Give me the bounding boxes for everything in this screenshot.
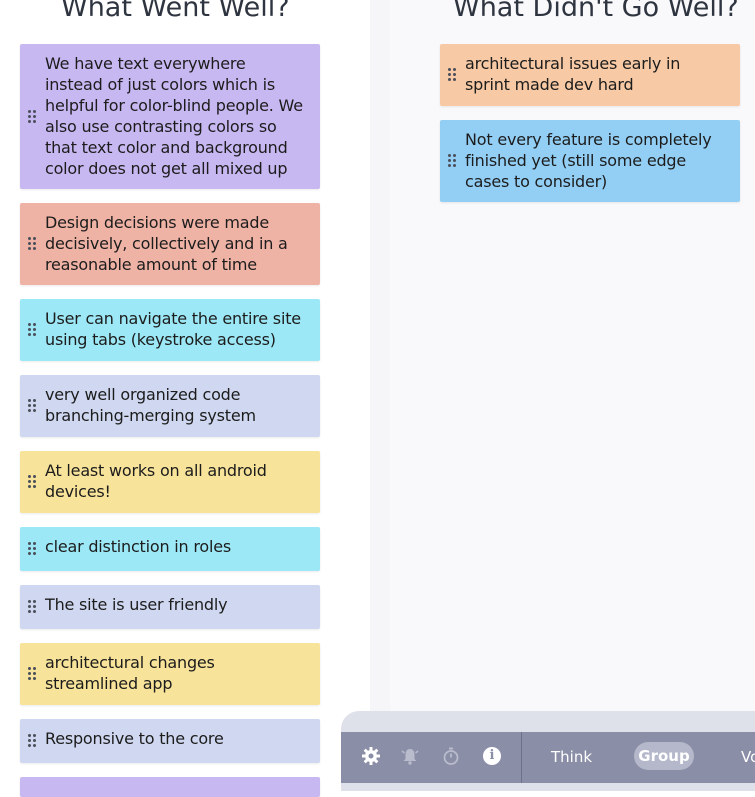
card-text: We have text everywhere instead of just … xyxy=(45,54,303,178)
drag-handle-icon[interactable] xyxy=(28,399,36,413)
retro-card[interactable]: We have text everywhere instead of just … xyxy=(20,44,320,189)
retro-card[interactable]: very well organized code branching-mergi… xyxy=(20,375,320,437)
column-what-went-well: What Went Well? We have text everywhere … xyxy=(0,0,370,797)
card-text: The site is user friendly xyxy=(45,595,228,614)
phase-group-active[interactable]: Group xyxy=(634,742,694,770)
retro-card[interactable]: architectural changes streamlined app xyxy=(20,643,320,705)
drag-handle-icon[interactable] xyxy=(448,154,456,168)
drag-handle-icon[interactable] xyxy=(28,542,36,556)
card-text: clear distinction in roles xyxy=(45,537,231,556)
card-text: Not every feature is completely finished… xyxy=(465,130,712,191)
phase-think[interactable]: Think xyxy=(551,746,592,768)
drag-handle-icon[interactable] xyxy=(28,667,36,681)
column-title: What Didn't Go Well? xyxy=(453,0,739,23)
card-text: architectural issues early in sprint mad… xyxy=(465,54,681,94)
drag-handle-icon[interactable] xyxy=(28,109,36,124)
drag-handle-icon[interactable] xyxy=(28,323,36,337)
drag-handle-icon[interactable] xyxy=(448,68,456,82)
retro-card[interactable]: Design decisions were made decisively, c… xyxy=(20,203,320,285)
phase-vote[interactable]: Vo xyxy=(741,746,755,768)
drag-handle-icon[interactable] xyxy=(28,475,36,489)
retro-card[interactable]: The site is user friendly xyxy=(20,585,320,629)
card-text: architectural changes streamlined app xyxy=(45,653,215,693)
card-text: Design decisions were made decisively, c… xyxy=(45,213,288,274)
drag-handle-icon[interactable] xyxy=(28,600,36,614)
retro-card[interactable]: architectural issues early in sprint mad… xyxy=(440,44,740,106)
card-text: Responsive to the core xyxy=(45,729,224,748)
card-text: very well organized code branching-mergi… xyxy=(45,385,256,425)
drag-handle-icon[interactable] xyxy=(28,734,36,748)
alarm-bell-icon[interactable] xyxy=(399,746,421,768)
card-text: User can navigate the entire site using … xyxy=(45,309,301,349)
retro-card[interactable]: Responsive to the core xyxy=(20,719,320,763)
retro-card-partial[interactable] xyxy=(20,777,320,797)
gear-icon[interactable] xyxy=(360,746,382,768)
column-divider xyxy=(370,0,390,783)
stopwatch-icon[interactable] xyxy=(440,746,462,768)
retro-card[interactable]: At least works on all android devices! xyxy=(20,451,320,513)
toolbar-divider xyxy=(521,732,522,783)
retro-card[interactable]: Not every feature is completely finished… xyxy=(440,120,740,202)
drag-handle-icon[interactable] xyxy=(28,237,36,251)
retro-card[interactable]: User can navigate the entire site using … xyxy=(20,299,320,361)
retro-card[interactable]: clear distinction in roles xyxy=(20,527,320,571)
card-text: At least works on all android devices! xyxy=(45,461,267,501)
column-title: What Went Well? xyxy=(61,0,290,23)
bottom-toolbar: i Think Group Vo xyxy=(341,732,755,783)
info-icon[interactable]: i xyxy=(483,747,501,765)
column-what-didnt-go-well: What Didn't Go Well? architectural issue… xyxy=(390,0,755,783)
